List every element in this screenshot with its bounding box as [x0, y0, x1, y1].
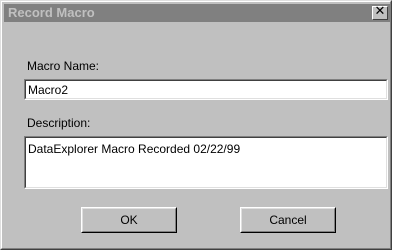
cancel-button-label: Cancel — [269, 213, 307, 227]
macro-name-value: Macro2 — [28, 83, 69, 97]
dialog-title: Record Macro — [8, 5, 95, 20]
cancel-button[interactable]: Cancel — [240, 207, 336, 233]
record-macro-dialog: Record Macro ✕ Macro Name: Macro2 Descri… — [0, 0, 392, 250]
macro-name-label: Macro Name: — [27, 59, 100, 73]
description-value: DataExplorer Macro Recorded 02/22/99 — [28, 142, 241, 156]
macro-name-input[interactable]: Macro2 — [24, 79, 388, 100]
ok-button[interactable]: OK — [81, 207, 177, 233]
description-label: Description: — [27, 116, 91, 130]
description-input[interactable]: DataExplorer Macro Recorded 02/22/99 — [24, 136, 388, 189]
macro-name-input-bevel — [25, 80, 387, 99]
ok-button-label: OK — [120, 213, 138, 227]
close-icon: ✕ — [374, 4, 386, 19]
close-button[interactable]: ✕ — [372, 4, 388, 20]
title-bar[interactable]: Record Macro ✕ — [4, 4, 390, 22]
dialog-frame: Record Macro ✕ Macro Name: Macro2 Descri… — [1, 1, 391, 249]
